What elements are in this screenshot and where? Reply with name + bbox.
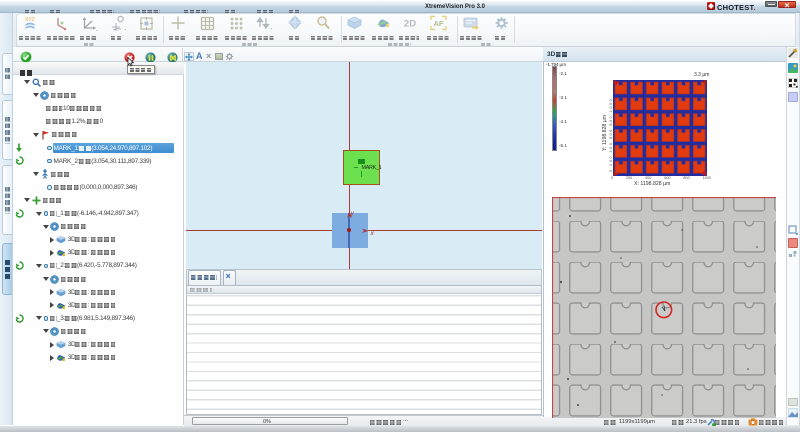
svg-text:AF: AF — [434, 19, 444, 28]
svg-text:2D: 2D — [404, 19, 416, 30]
svg-text:XYZ: XYZ — [25, 17, 35, 23]
